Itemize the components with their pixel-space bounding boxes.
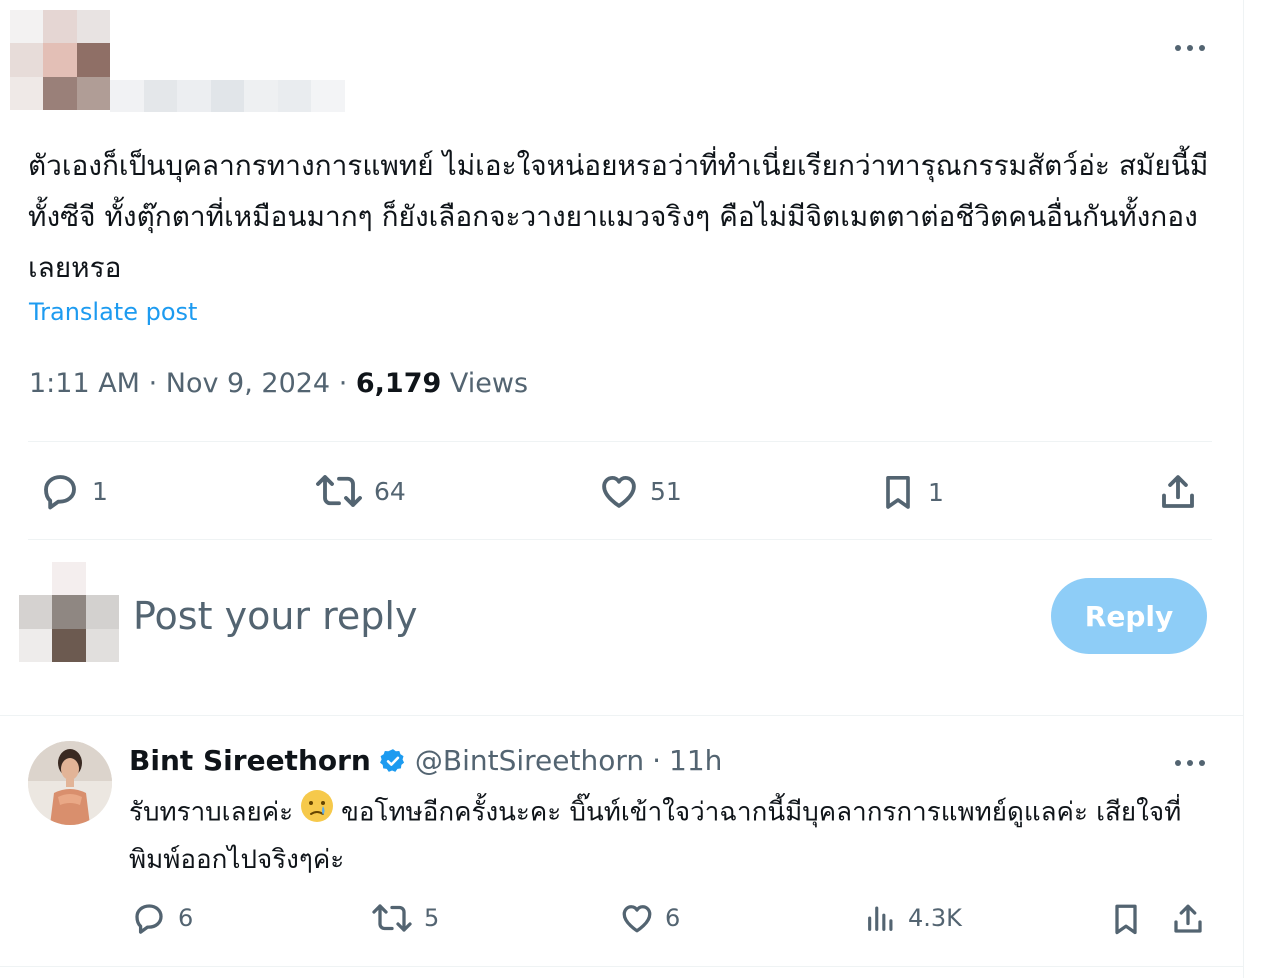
tweet-date[interactable]: Nov 9, 2024	[166, 368, 330, 399]
share-button[interactable]	[1157, 470, 1199, 514]
reply-bubble-icon	[135, 904, 163, 934]
retweet-count: 64	[374, 476, 406, 506]
reply-text: รับทราบเลยค่ะ ขอโทษอีกครั้งนะคะ บิ๊นท์เข้…	[129, 788, 1209, 882]
header-separator: ·	[652, 744, 662, 777]
reply-bookmark-action[interactable]	[1108, 900, 1144, 938]
reply-count: 1	[92, 476, 108, 506]
reply-text-part1: รับทราบเลยค่ะ	[129, 797, 294, 828]
divider	[28, 539, 1212, 540]
reply-views-count: 4.3K	[908, 904, 962, 932]
bookmark-icon	[1115, 904, 1137, 935]
verified-badge-icon	[379, 747, 407, 775]
share-icon	[1174, 904, 1202, 933]
reply-reply-action[interactable]: 6	[130, 900, 193, 936]
retweet-icon	[316, 475, 362, 507]
crying-face-emoji-icon	[299, 788, 335, 838]
divider	[28, 441, 1212, 442]
reply-submit-button[interactable]: Reply	[1051, 578, 1207, 654]
column-border	[1243, 0, 1244, 978]
bookmark-icon	[886, 476, 910, 509]
like-action[interactable]: 51	[598, 470, 682, 512]
avatar-image	[28, 741, 112, 825]
meta-separator: ·	[338, 368, 348, 399]
divider	[0, 715, 1243, 716]
meta-separator: ·	[148, 368, 158, 399]
reply-retweet-count: 5	[424, 904, 440, 932]
reply-share-button[interactable]	[1170, 900, 1206, 938]
tweet-time[interactable]: 1:11 AM	[29, 368, 140, 399]
tweet-text: ตัวเองก็เป็นบุคลากรทางการแพทย์ ไม่เอะใจห…	[28, 149, 1209, 284]
author-avatar-pixelated[interactable]	[10, 10, 110, 110]
more-options-button[interactable]	[1170, 36, 1210, 60]
reply-retweet-action[interactable]: 5	[370, 900, 439, 936]
more-horizontal-icon	[1175, 45, 1205, 51]
reply-reply-count: 6	[178, 904, 194, 932]
reply-like-action[interactable]: 6	[619, 900, 680, 936]
reply-display-name[interactable]: Bint Sireethorn	[129, 744, 371, 777]
reply-handle[interactable]: @BintSireethorn	[415, 744, 644, 777]
divider	[0, 966, 1243, 967]
reply-action[interactable]: 1	[38, 470, 108, 512]
like-count: 51	[650, 476, 682, 506]
author-name-pixelated[interactable]	[110, 80, 346, 112]
views-count: 6,179	[355, 368, 442, 399]
retweet-action[interactable]: 64	[314, 470, 406, 512]
reply-time[interactable]: 11h	[669, 744, 722, 777]
reply-input[interactable]	[133, 588, 1013, 644]
retweet-icon	[372, 904, 412, 932]
share-icon	[1162, 475, 1194, 508]
tweet-detail-page: ตัวเองก็เป็นบุคลากรทางการแพทย์ ไม่เอะใจห…	[0, 0, 1280, 978]
reply-header: Bint Sireethorn @BintSireethorn · 11h	[129, 744, 722, 777]
views-label: Views	[449, 368, 529, 399]
current-user-avatar-pixelated[interactable]	[19, 562, 119, 662]
tweet-meta: 1:11 AM · Nov 9, 2024 · 6,179 Views	[29, 368, 528, 399]
reply-like-count: 6	[665, 904, 681, 932]
bookmark-count: 1	[928, 477, 944, 507]
bookmark-action[interactable]: 1	[878, 470, 944, 514]
translate-post-link[interactable]: Translate post	[29, 298, 197, 326]
more-horizontal-icon	[1175, 760, 1205, 766]
reply-bubble-icon	[44, 475, 76, 510]
reply-more-options-button[interactable]	[1170, 751, 1210, 775]
bar-chart-icon	[868, 906, 893, 931]
heart-icon	[622, 905, 652, 933]
reply-views-action[interactable]: 4.3K	[864, 900, 962, 936]
reply-author-avatar[interactable]	[28, 741, 112, 825]
heart-icon	[602, 475, 636, 508]
